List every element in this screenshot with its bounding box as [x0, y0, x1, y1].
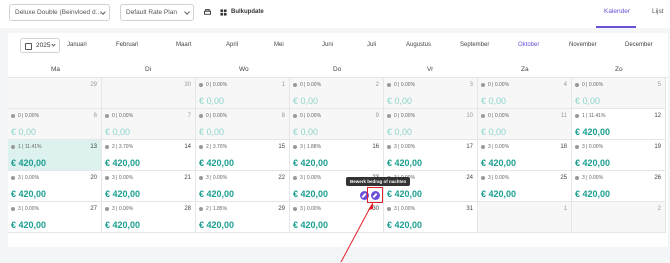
- annotation-arrow: [340, 202, 373, 263]
